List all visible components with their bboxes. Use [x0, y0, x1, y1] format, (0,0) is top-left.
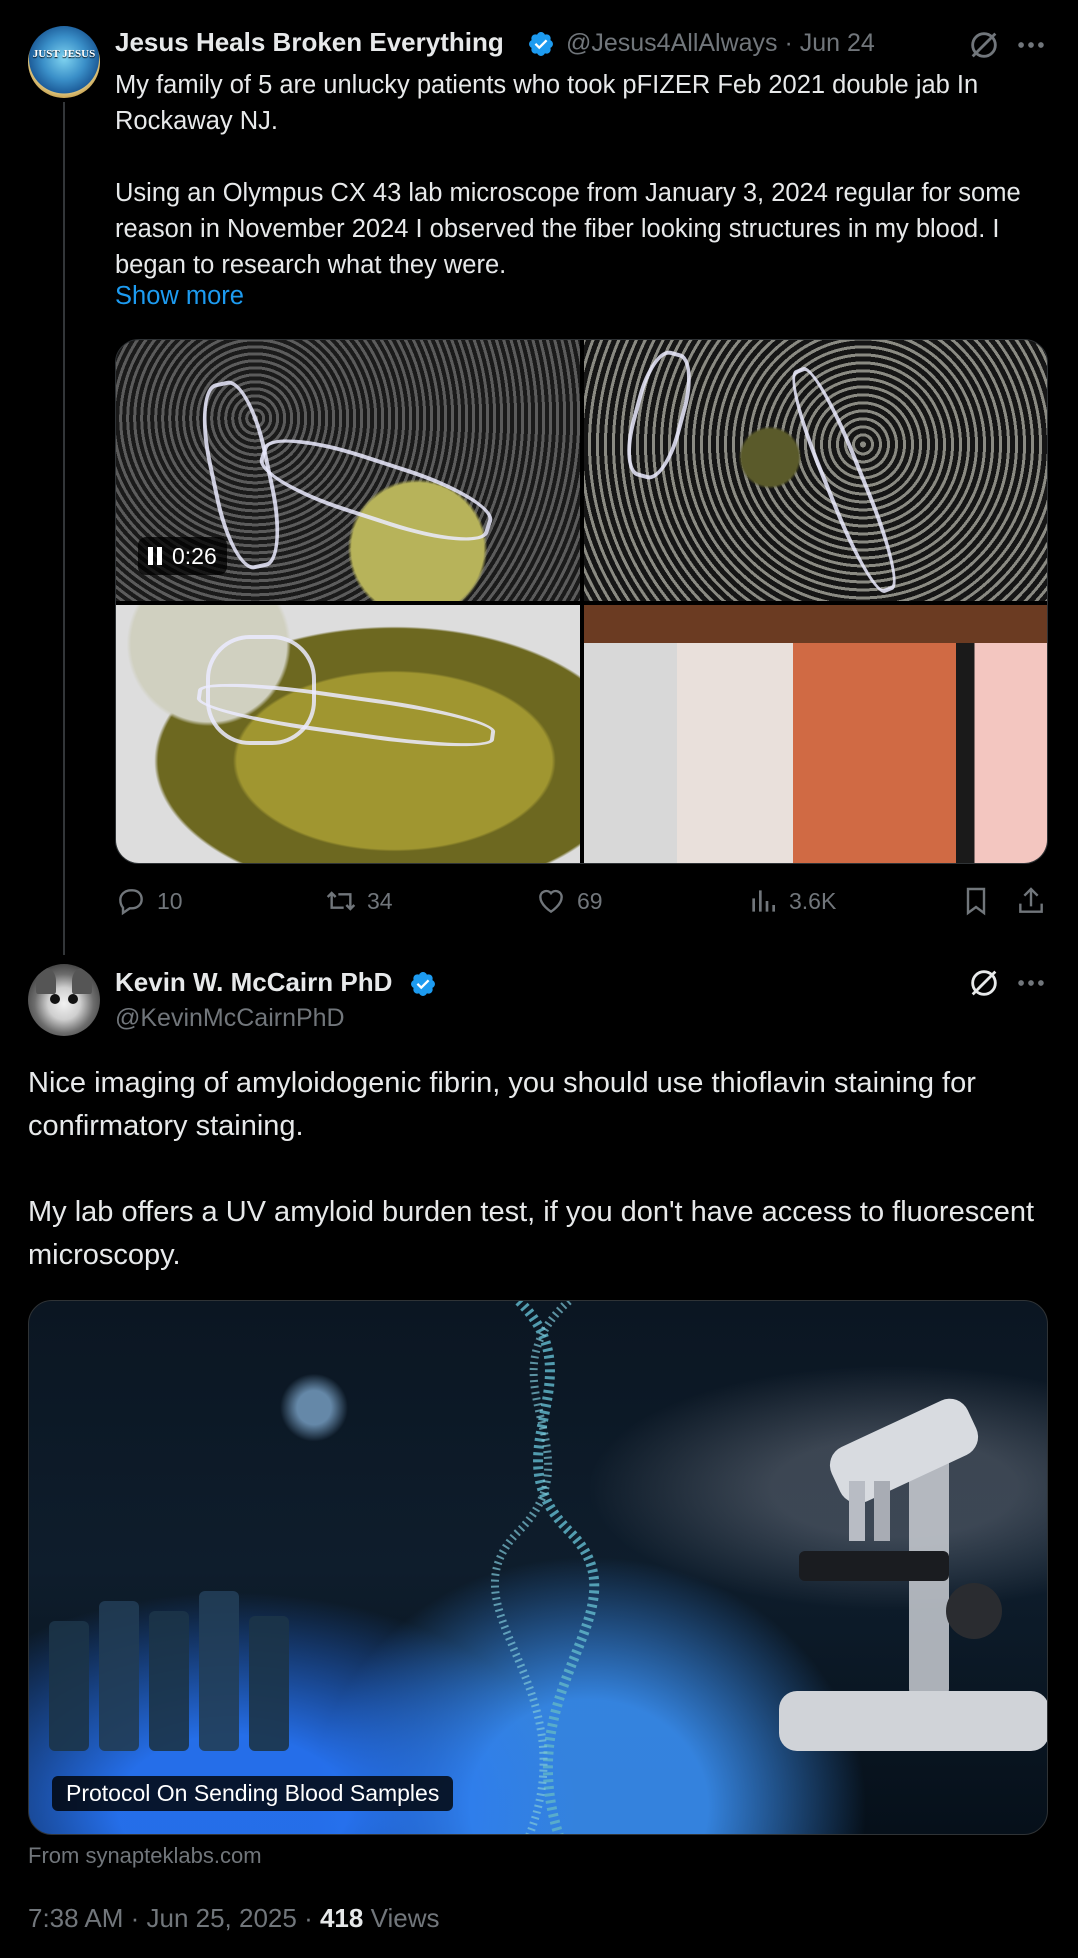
author-handle[interactable]: @KevinMcCairnPhD	[115, 1004, 345, 1033]
media-grid[interactable]: 0:26	[115, 339, 1048, 864]
video-time: 0:26	[172, 542, 217, 569]
repost-icon	[326, 891, 356, 911]
bookmark-button[interactable]	[960, 885, 992, 917]
reply-count: 10	[157, 887, 183, 914]
reply-button[interactable]: 10	[115, 885, 183, 917]
monitor-bezel	[584, 605, 1047, 643]
views-icon	[752, 890, 775, 912]
grok-icon[interactable]	[967, 28, 1001, 62]
repost-button[interactable]: 34	[325, 885, 393, 917]
card-title[interactable]: Protocol On Sending Blood Samples	[52, 1776, 454, 1811]
fiber-shape	[252, 424, 500, 556]
like-button[interactable]: 69	[535, 885, 603, 917]
link-card[interactable]: Protocol On Sending Blood Samples	[28, 1300, 1048, 1835]
tweet-timestamp: 7:38 AM · Jun 25, 2025 · 418 Views	[28, 1903, 439, 1934]
avatar-eye	[68, 994, 78, 1004]
fiber-shape	[780, 361, 908, 599]
views-label: Views	[363, 1903, 440, 1933]
reply-text: Nice imaging of amyloidogenic fibrin, yo…	[28, 1067, 1035, 1271]
bookmark-icon	[966, 887, 986, 916]
media-video-1[interactable]: 0:26	[116, 340, 580, 601]
card-source[interactable]: From synapteklabs.com	[28, 1843, 262, 1869]
reply-icon	[119, 889, 143, 916]
avatar-eye	[50, 994, 60, 1004]
tweet-actions: 10 34 69 3.6K	[115, 885, 1048, 925]
views-button[interactable]: 3.6K	[747, 885, 836, 917]
views-count: 3.6K	[789, 887, 837, 914]
pause-icon[interactable]	[148, 547, 162, 565]
like-icon	[539, 889, 563, 914]
total-views-count: 418	[319, 1903, 364, 1933]
microscope-image	[779, 1398, 1047, 1751]
video-timer[interactable]: 0:26	[138, 537, 227, 575]
handle-and-date[interactable]: @Jesus4AllAlways · Jun 24	[566, 29, 875, 58]
media-image-4[interactable]	[584, 605, 1047, 863]
avatar-ear	[36, 968, 56, 994]
grok-icon[interactable]	[967, 966, 1001, 1000]
media-image-3[interactable]	[116, 605, 580, 863]
more-icon[interactable]	[1014, 28, 1048, 62]
dna-helix-image	[490, 1301, 600, 1834]
avatar[interactable]	[28, 964, 100, 1036]
time-date[interactable]: 7:38 AM · Jun 25, 2025 ·	[28, 1903, 320, 1933]
media-image-2[interactable]	[584, 340, 1047, 601]
avatar-ear	[72, 968, 92, 994]
more-icon[interactable]	[1014, 966, 1048, 1000]
like-count: 69	[577, 887, 603, 914]
fiber-shape	[618, 345, 700, 485]
show-more-link[interactable]: Show more	[115, 282, 244, 311]
author-name[interactable]: Jesus Heals Broken Everything	[115, 27, 504, 58]
share-icon	[1019, 887, 1043, 913]
verified-badge-icon	[411, 972, 435, 996]
lab-bottles-image	[49, 1591, 289, 1751]
avatar-text: JUST JESUS	[32, 48, 96, 60]
verified-badge-icon	[529, 32, 553, 56]
tweet-text: My family of 5 are unlucky patients who …	[115, 71, 1021, 279]
avatar[interactable]: JUST JESUS	[28, 26, 100, 98]
repost-count: 34	[367, 887, 393, 914]
share-button[interactable]	[1015, 885, 1047, 917]
thread-connector-line	[63, 102, 65, 955]
author-name[interactable]: Kevin W. McCairn PhD	[115, 967, 392, 998]
